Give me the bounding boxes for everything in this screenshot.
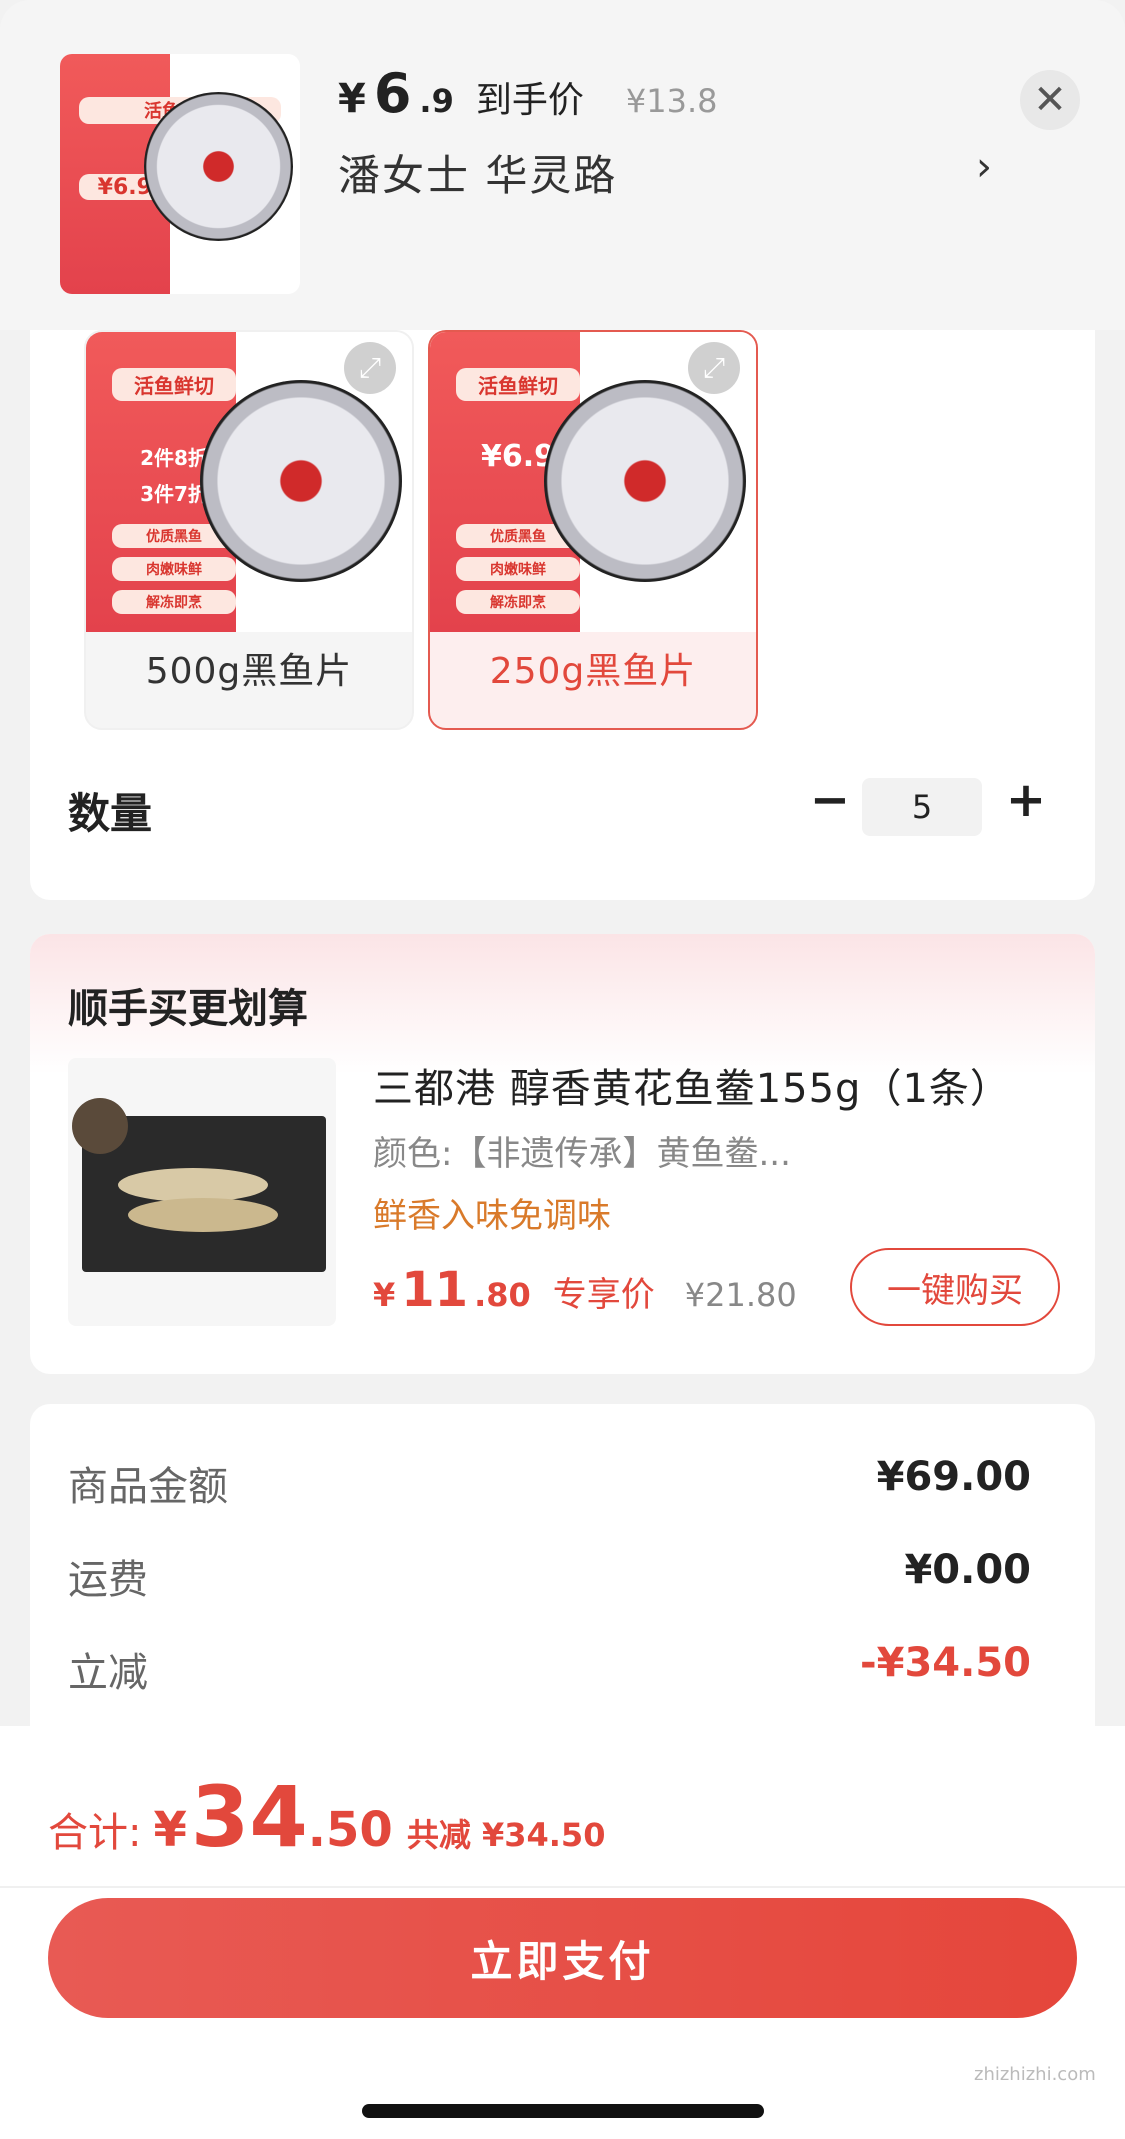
recommend-price: ¥11.80 专享价 ¥21.80 <box>373 1262 797 1318</box>
home-indicator[interactable] <box>362 2104 764 2118</box>
summary-label: 运费 <box>68 1557 148 1603</box>
price-decimal: .9 <box>419 82 454 120</box>
recommend-card: 顺手买更划算 三都港 醇香黄花鱼鲞155g（1条） 颜色:【非遗传承】黄鱼鲞..… <box>30 934 1095 1374</box>
total-saving: 共减 ¥34.50 <box>406 1816 606 1854</box>
fish-shape <box>118 1168 268 1202</box>
watermark: zhizhizhi.com <box>974 2064 1096 2085</box>
price-label: 专享价 <box>552 1275 655 1315</box>
price-currency: ¥ <box>338 76 366 122</box>
sku-image: 活鱼鲜切 ¥6.9 优质黑鱼 肉嫩味鲜 解冻即烹 ⤢ <box>430 332 756 632</box>
sku-label: 250g黑鱼片 <box>489 651 697 692</box>
price-decimal: .80 <box>474 1276 531 1314</box>
fish-plate-image <box>200 380 403 583</box>
recommend-product-spec: 颜色:【非遗传承】黄鱼鲞... <box>373 1134 791 1174</box>
total-currency: ¥ <box>153 1802 187 1858</box>
summary-value: -¥34.50 <box>860 1640 1031 1686</box>
pay-now-button[interactable]: 立即支付 <box>48 1898 1077 2018</box>
spice-bowl <box>72 1098 128 1154</box>
sku-label: 500g黑鱼片 <box>145 651 353 692</box>
fish-shape <box>128 1198 278 1232</box>
divider <box>0 1886 1125 1888</box>
checkout-bar: 合计: ¥34.50 共减 ¥34.50 立即支付 zhizhizhi.com <box>0 1726 1125 2139</box>
total-decimal: .50 <box>307 1802 393 1858</box>
summary-row-subtotal: 商品金额 ¥69.00 <box>68 1454 1031 1512</box>
minus-icon[interactable]: − <box>800 770 860 830</box>
summary-label: 商品金额 <box>68 1464 228 1510</box>
promo-tag: 解冻即烹 <box>456 590 580 614</box>
price-integer: 6 <box>373 62 412 125</box>
fish-plate-image <box>144 92 293 242</box>
total-price: 合计: ¥34.50 共减 ¥34.50 <box>48 1768 605 1866</box>
summary-row-shipping: 运费 ¥0.00 <box>68 1547 1031 1605</box>
expand-icon[interactable]: ⤢ <box>688 342 740 394</box>
total-label: 合计: <box>48 1810 142 1856</box>
price-currency: ¥ <box>373 1276 396 1314</box>
close-icon[interactable]: ✕ <box>1020 70 1080 130</box>
original-price: ¥13.8 <box>625 82 718 120</box>
product-header: 活鱼鲜切 ¥6.9 ¥6.9 到手价 ¥13.8 潘女士 华灵路 › ✕ <box>0 0 1125 330</box>
promo-tag: 肉嫩味鲜 <box>456 557 580 581</box>
original-price: ¥21.80 <box>684 1276 797 1314</box>
plus-icon[interactable]: + <box>996 770 1056 830</box>
one-click-buy-button[interactable]: 一键购买 <box>850 1248 1060 1326</box>
promo-tag: 活鱼鲜切 <box>456 368 580 401</box>
chevron-right-icon[interactable]: › <box>976 144 992 190</box>
promo-tag: 活鱼鲜切 <box>112 368 236 401</box>
summary-row-discount: 立减 -¥34.50 <box>68 1640 1031 1698</box>
recommend-product-tag: 鲜香入味免调味 <box>373 1196 611 1236</box>
summary-label: 立减 <box>68 1650 148 1696</box>
sku-option-500g[interactable]: 活鱼鲜切 2件8折 3件7折 优质黑鱼 肉嫩味鲜 解冻即烹 ⤢ 500g黑鱼片 <box>84 330 414 730</box>
price-label: 到手价 <box>475 80 584 121</box>
total-integer: 34 <box>190 1768 308 1866</box>
promo-tag: 解冻即烹 <box>112 590 236 614</box>
sku-option-250g[interactable]: 活鱼鲜切 ¥6.9 优质黑鱼 肉嫩味鲜 解冻即烹 ⤢ 250g黑鱼片 <box>428 330 758 730</box>
summary-value: ¥69.00 <box>876 1454 1031 1500</box>
sku-card: 活鱼鲜切 2件8折 3件7折 优质黑鱼 肉嫩味鲜 解冻即烹 ⤢ 500g黑鱼片 … <box>30 300 1095 900</box>
summary-value: ¥0.00 <box>904 1547 1031 1593</box>
recommend-title: 顺手买更划算 <box>68 986 308 1032</box>
sku-image: 活鱼鲜切 2件8折 3件7折 优质黑鱼 肉嫩味鲜 解冻即烹 ⤢ <box>86 332 412 632</box>
fish-plate-image <box>544 380 747 583</box>
summary-card: 商品金额 ¥69.00 运费 ¥0.00 立减 -¥34.50 <box>30 1404 1095 1744</box>
price-integer: 11 <box>401 1262 469 1318</box>
promo-tag: 肉嫩味鲜 <box>112 557 236 581</box>
expand-icon[interactable]: ⤢ <box>344 342 396 394</box>
quantity-input[interactable]: 5 <box>862 778 982 836</box>
delivery-address[interactable]: 潘女士 华灵路 <box>338 142 617 203</box>
recommend-product-image[interactable] <box>68 1058 336 1326</box>
recommend-product-name[interactable]: 三都港 醇香黄花鱼鲞155g（1条） <box>373 1056 1011 1114</box>
quantity-label: 数量 <box>68 789 153 838</box>
product-thumbnail: 活鱼鲜切 ¥6.9 <box>60 54 300 294</box>
header-price: ¥6.9 到手价 ¥13.8 <box>338 62 717 125</box>
